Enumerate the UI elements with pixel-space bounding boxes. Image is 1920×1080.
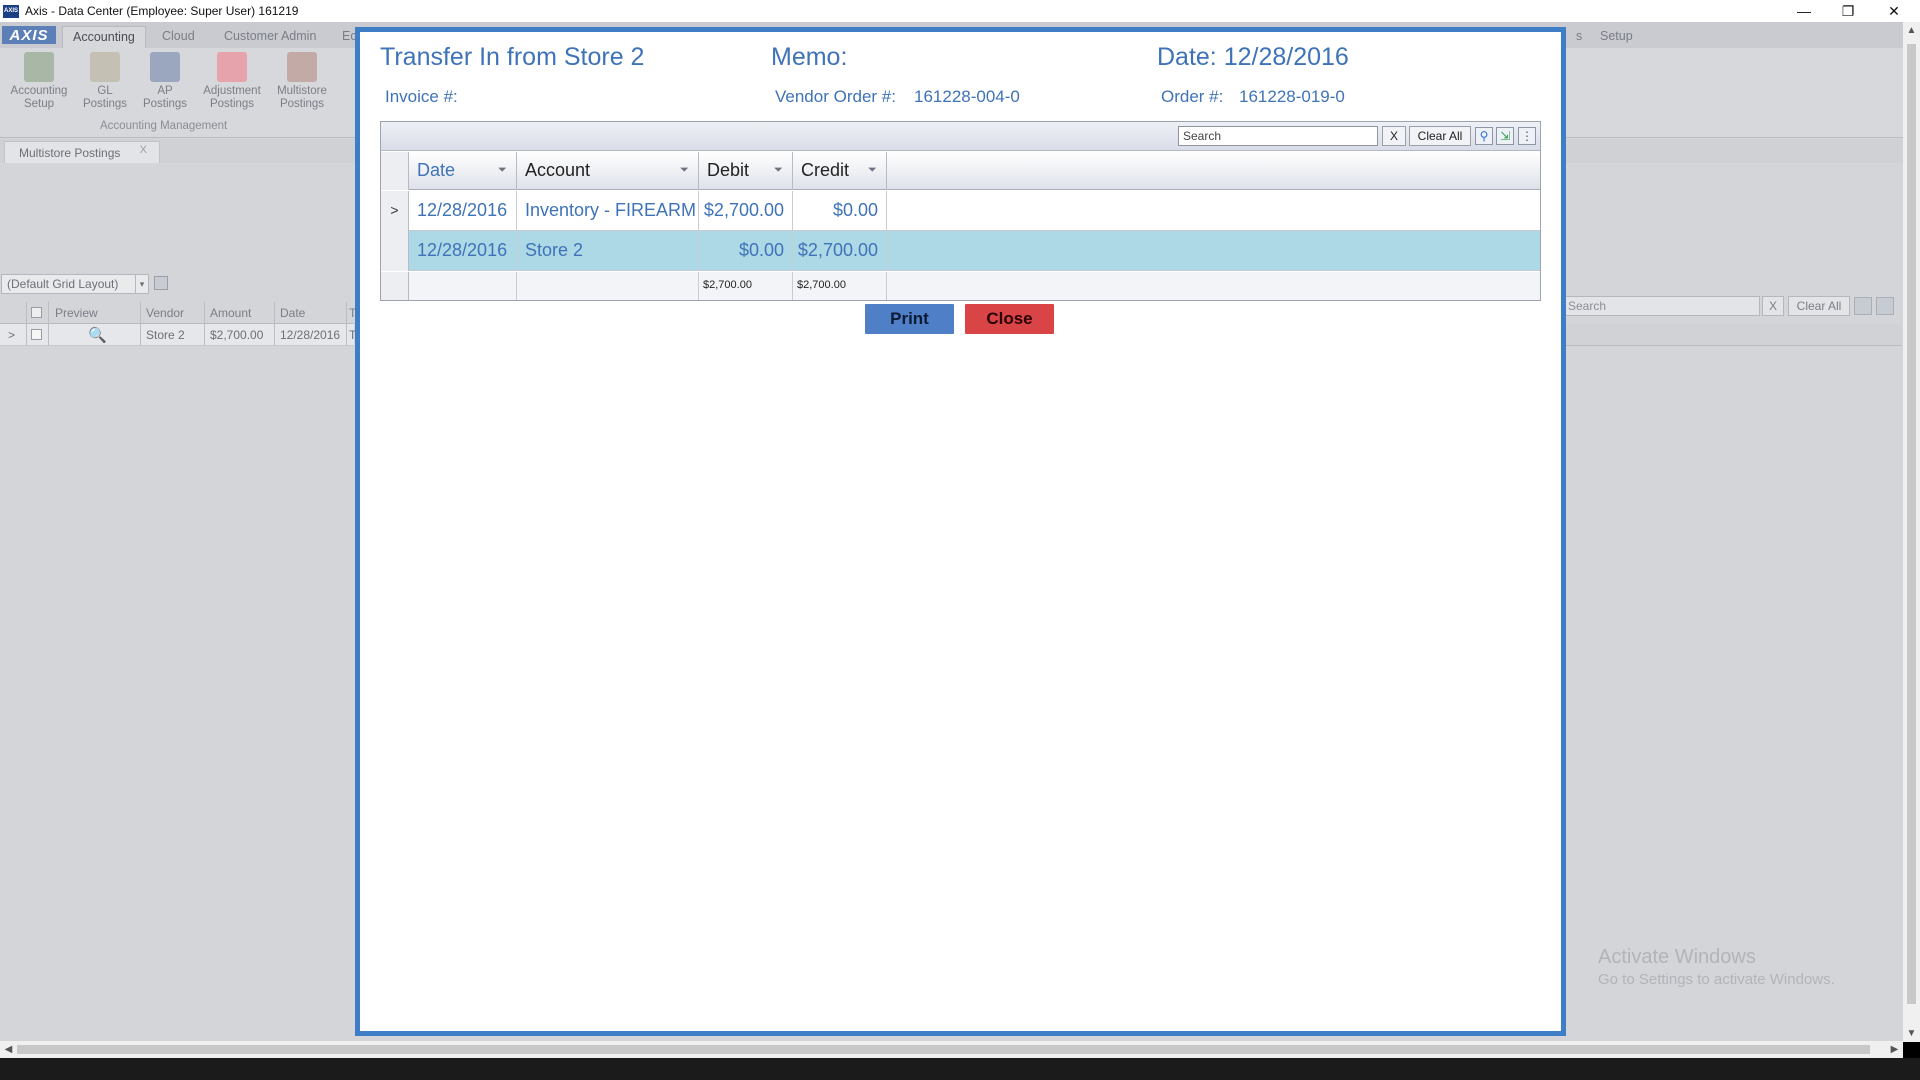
tab-customer-admin[interactable]: Customer Admin: [214, 26, 326, 48]
magnifier-icon[interactable]: 🔍: [88, 326, 107, 344]
save-layout-icon[interactable]: [154, 276, 168, 290]
filter-icon[interactable]: ⏷: [868, 164, 880, 176]
date-label: Date: 12/28/2016: [1157, 43, 1349, 71]
right-clear-all-button[interactable]: Clear All: [1788, 296, 1850, 316]
journal-grid: Search X Clear All ⚲ ⇲ ⋮ Date ⏷ Account …: [380, 121, 1541, 301]
scroll-left-icon[interactable]: ◀: [0, 1041, 17, 1058]
grid-clear-all-button[interactable]: Clear All: [1409, 126, 1471, 146]
gl-postings-button[interactable]: GL Postings: [73, 52, 137, 114]
grid-search-input[interactable]: Search: [1178, 126, 1378, 146]
grid-header: Date ⏷ Account ⏷ Debit ⏷ Credit ⏷: [381, 152, 1540, 190]
column-header-credit[interactable]: Credit ⏷: [793, 152, 887, 190]
filter-icon[interactable]: ⏷: [680, 164, 692, 176]
transfer-dialog: Transfer In from Store 2 Memo: Date: 12/…: [355, 27, 1566, 1036]
horizontal-scrollbar[interactable]: ◀ ▶: [0, 1041, 1903, 1058]
order-label: Order #:: [1161, 87, 1224, 106]
eraser-icon: [217, 52, 247, 82]
filter-icon[interactable]: ⏷: [498, 164, 510, 176]
doc-tab-close-icon[interactable]: X: [140, 144, 147, 156]
accounting-setup-button[interactable]: Accounting Setup: [7, 52, 71, 114]
window-close-button[interactable]: ✕: [1872, 0, 1916, 22]
right-search-input[interactable]: Search: [1564, 296, 1760, 316]
tab-setup[interactable]: Setup: [1590, 26, 1643, 48]
vendor-order-value: 161228-004-0: [914, 87, 1020, 106]
vendor-order-label: Vendor Order #:: [775, 87, 896, 106]
calculator-icon: [24, 52, 54, 82]
taskbar: [0, 1058, 1920, 1080]
column-chooser-icon[interactable]: ⋮: [1518, 127, 1536, 145]
right-search-clear-button[interactable]: X: [1762, 296, 1784, 316]
export-excel-icon[interactable]: ⇲: [1496, 127, 1514, 145]
grid-toolbar: Search X Clear All ⚲ ⇲ ⋮: [381, 122, 1540, 151]
row-selector-header: [381, 152, 409, 190]
order-value: 161228-019-0: [1239, 87, 1345, 106]
multistore-postings-button[interactable]: Multistore Postings: [270, 52, 334, 114]
print-button[interactable]: Print: [865, 304, 954, 334]
row-expander[interactable]: >: [381, 191, 409, 231]
chevron-down-icon[interactable]: ▾: [135, 275, 148, 293]
tab-s[interactable]: s: [1566, 26, 1592, 48]
export-icon[interactable]: [1876, 297, 1894, 315]
filter-icon[interactable]: ⏷: [774, 164, 786, 176]
table-row[interactable]: > 12/28/2016 Inventory - FIREARM $2,700.…: [381, 191, 1540, 231]
scroll-up-icon[interactable]: ▲: [1903, 22, 1920, 39]
dialog-title: Transfer In from Store 2: [380, 43, 645, 71]
ap-postings-button[interactable]: AP Postings: [133, 52, 197, 114]
row-checkbox[interactable]: [31, 329, 42, 340]
row-expander[interactable]: [381, 231, 409, 271]
credit-total: $2,700.00: [793, 272, 887, 300]
adjustment-postings-button[interactable]: Adjustment Postings: [200, 52, 264, 114]
app-logo-icon: AXIS: [3, 4, 19, 18]
right-grid-header: [1564, 324, 1902, 346]
postings-grid: Preview Vendor Amount Date T > 🔍 Store 2…: [0, 302, 356, 346]
minimize-button[interactable]: —: [1782, 0, 1826, 22]
table-row[interactable]: > 🔍 Store 2 $2,700.00 12/28/2016 T: [0, 324, 356, 346]
grid-search-clear-button[interactable]: X: [1382, 126, 1406, 146]
axis-logo: AXIS: [2, 26, 56, 44]
invoice-label: Invoice #:: [385, 87, 458, 106]
activation-watermark: Activate Windows Go to Settings to activ…: [1598, 946, 1835, 988]
column-header-account[interactable]: Account ⏷: [517, 152, 699, 190]
doc-tab-multistore-postings[interactable]: Multistore Postings X: [4, 141, 160, 163]
column-header-date[interactable]: Date ⏷: [409, 152, 517, 190]
grid-layout-combo[interactable]: (Default Grid Layout) ▾: [1, 274, 149, 294]
tab-cloud[interactable]: Cloud: [152, 26, 205, 48]
scroll-down-icon[interactable]: ▼: [1903, 1025, 1920, 1042]
pin-icon[interactable]: ⚲: [1475, 127, 1493, 145]
scroll-right-icon[interactable]: ▶: [1886, 1041, 1903, 1058]
grid-totals-row: $2,700.00 $2,700.00: [381, 272, 1540, 300]
column-header-debit[interactable]: Debit ⏷: [699, 152, 793, 190]
document-icon: [150, 52, 180, 82]
memo-label: Memo:: [771, 43, 848, 71]
scale-icon: [90, 52, 120, 82]
select-all-checkbox[interactable]: [31, 307, 42, 318]
tab-accounting[interactable]: Accounting: [62, 26, 146, 48]
window-titlebar: AXIS Axis - Data Center (Employee: Super…: [0, 0, 1920, 22]
store-icon: [287, 52, 317, 82]
debit-total: $2,700.00: [699, 272, 793, 300]
restore-button[interactable]: ❐: [1826, 0, 1870, 22]
table-row[interactable]: 12/28/2016 Store 2 $0.00 $2,700.00: [381, 231, 1540, 271]
close-button[interactable]: Close: [965, 304, 1054, 334]
vertical-scroll-thumb[interactable]: [1907, 44, 1916, 1004]
horizontal-scroll-thumb[interactable]: [17, 1045, 1870, 1054]
pin-icon[interactable]: [1854, 297, 1872, 315]
ribbon-group-label: Accounting Management: [100, 120, 228, 132]
vertical-scrollbar[interactable]: ▲ ▼: [1903, 22, 1920, 1042]
postings-grid-header: Preview Vendor Amount Date T: [0, 302, 356, 324]
window-title: Axis - Data Center (Employee: Super User…: [25, 4, 299, 18]
